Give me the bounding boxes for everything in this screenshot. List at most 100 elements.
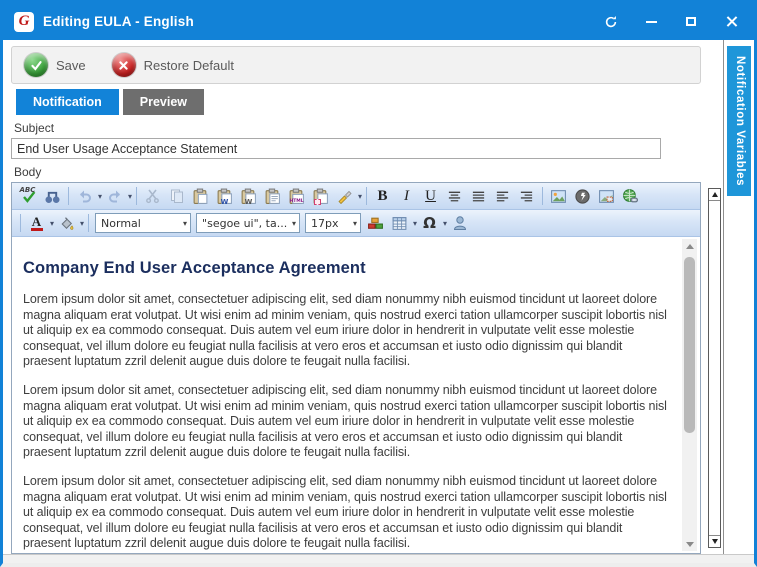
special-character-dropdown-icon[interactable] bbox=[443, 219, 447, 228]
save-button[interactable]: Save bbox=[24, 53, 86, 77]
align-left-button[interactable] bbox=[491, 185, 514, 207]
scrollbar-thumb[interactable] bbox=[684, 257, 695, 433]
refresh-button[interactable] bbox=[598, 10, 624, 34]
dialog-body: Save Restore Default Notification Previe… bbox=[3, 40, 754, 554]
format-painter-dropdown-icon[interactable] bbox=[358, 192, 362, 201]
redo-dropdown-icon[interactable] bbox=[128, 192, 132, 201]
spellcheck-button[interactable]: ABC bbox=[17, 185, 40, 207]
body-label: Body bbox=[11, 165, 701, 179]
form-scrollbar[interactable] bbox=[708, 188, 721, 548]
html-letters: HTML bbox=[289, 199, 303, 204]
scissors-icon bbox=[145, 188, 161, 204]
hyperlink-globe-icon bbox=[622, 188, 639, 205]
scroll-down-icon bbox=[712, 539, 718, 544]
maximize-button[interactable] bbox=[678, 10, 704, 34]
scroll-up-icon bbox=[712, 192, 718, 197]
notification-variables-panel: Notification Variables bbox=[723, 40, 754, 554]
format-painter-button[interactable] bbox=[333, 185, 356, 207]
refresh-icon bbox=[604, 15, 618, 29]
subject-label: Subject bbox=[11, 121, 701, 135]
align-left-icon bbox=[495, 189, 510, 204]
bold-button[interactable]: B bbox=[371, 185, 394, 207]
image-map-button[interactable] bbox=[595, 185, 618, 207]
font-color-dropdown-icon[interactable] bbox=[50, 219, 54, 228]
undo-button[interactable] bbox=[73, 185, 96, 207]
main-panel: Save Restore Default Notification Previe… bbox=[3, 40, 707, 554]
minimize-button[interactable] bbox=[638, 10, 664, 34]
rich-text-editor: ABC bbox=[11, 182, 701, 554]
editor-content-area[interactable]: Company End User Acceptance Agreement Lo… bbox=[12, 237, 700, 553]
insert-image-button[interactable] bbox=[547, 185, 570, 207]
subject-input[interactable] bbox=[11, 138, 661, 159]
minimize-icon bbox=[646, 21, 657, 23]
undo-dropdown-icon[interactable] bbox=[98, 192, 102, 201]
background-color-button[interactable] bbox=[55, 212, 78, 234]
insert-media-button[interactable] bbox=[448, 212, 471, 234]
tab-preview[interactable]: Preview bbox=[123, 89, 204, 115]
flash-icon bbox=[574, 188, 591, 205]
maximize-icon bbox=[686, 17, 696, 26]
paragraph-style-select[interactable]: Normal bbox=[95, 213, 191, 233]
hyperlink-button[interactable] bbox=[619, 185, 642, 207]
tab-notification[interactable]: Notification bbox=[16, 89, 119, 115]
scroll-down-button[interactable] bbox=[682, 537, 697, 551]
binoculars-icon bbox=[44, 188, 61, 205]
special-character-button[interactable]: Ω bbox=[418, 212, 441, 234]
close-button[interactable] bbox=[718, 10, 744, 34]
toolbar-separator bbox=[366, 187, 367, 205]
redo-icon bbox=[107, 188, 123, 204]
editor-scrollbar[interactable] bbox=[682, 239, 697, 551]
font-size-select[interactable]: 17px bbox=[305, 213, 361, 233]
paste-special-button[interactable] bbox=[309, 185, 332, 207]
font-name-select[interactable]: "segoe ui", ta... bbox=[196, 213, 300, 233]
insert-table-button[interactable] bbox=[388, 212, 411, 234]
spellcheck-icon: ABC bbox=[20, 187, 38, 205]
toolbar-separator bbox=[136, 187, 137, 205]
toolbar-separator bbox=[20, 214, 21, 232]
table-dropdown-icon[interactable] bbox=[413, 219, 417, 228]
cut-button[interactable] bbox=[141, 185, 164, 207]
insert-snippet-button[interactable] bbox=[364, 212, 387, 234]
find-button[interactable] bbox=[41, 185, 64, 207]
underline-icon: U bbox=[425, 188, 436, 205]
tab-notification-variables[interactable]: Notification Variables bbox=[727, 46, 751, 196]
window-bottom-edge bbox=[3, 554, 754, 563]
paste-icon bbox=[192, 188, 209, 205]
form-scrollbar-track[interactable] bbox=[709, 201, 720, 535]
toolbar-separator bbox=[68, 187, 69, 205]
content-paragraph: Lorem ipsum dolor sit amet, consectetuer… bbox=[23, 474, 670, 552]
italic-icon: I bbox=[404, 188, 409, 205]
align-right-button[interactable] bbox=[515, 185, 538, 207]
copy-button[interactable] bbox=[165, 185, 188, 207]
word-letter: W bbox=[245, 198, 253, 206]
font-size-value: 17px bbox=[311, 217, 339, 230]
save-check-icon bbox=[24, 53, 48, 77]
italic-button[interactable]: I bbox=[395, 185, 418, 207]
dropdown-arrow-icon bbox=[292, 219, 296, 228]
paste-from-word-nostyle-button[interactable]: W bbox=[237, 185, 260, 207]
paste-plain-text-button[interactable] bbox=[261, 185, 284, 207]
background-color-dropdown-icon[interactable] bbox=[80, 219, 84, 228]
scrollbar-track[interactable] bbox=[682, 253, 697, 537]
paste-html-button[interactable]: HTML bbox=[285, 185, 308, 207]
paste-button[interactable] bbox=[189, 185, 212, 207]
align-center-button[interactable] bbox=[443, 185, 466, 207]
underline-button[interactable]: U bbox=[419, 185, 442, 207]
form-scroll-up-button[interactable] bbox=[709, 189, 720, 201]
justify-button[interactable] bbox=[467, 185, 490, 207]
scroll-up-icon bbox=[686, 244, 694, 249]
app-icon: G bbox=[14, 12, 34, 32]
image-icon bbox=[550, 188, 567, 205]
paint-bucket-icon bbox=[58, 215, 75, 232]
redo-button[interactable] bbox=[103, 185, 126, 207]
restore-default-label: Restore Default bbox=[144, 58, 234, 73]
restore-default-button[interactable]: Restore Default bbox=[112, 53, 234, 77]
font-color-button[interactable]: A bbox=[25, 212, 48, 234]
table-icon bbox=[391, 215, 408, 232]
scroll-up-button[interactable] bbox=[682, 239, 697, 253]
word-letter: W bbox=[221, 198, 229, 206]
insert-flash-button[interactable] bbox=[571, 185, 594, 207]
paste-from-word-button[interactable]: W bbox=[213, 185, 236, 207]
scroll-down-icon bbox=[686, 542, 694, 547]
form-scroll-down-button[interactable] bbox=[709, 535, 720, 547]
